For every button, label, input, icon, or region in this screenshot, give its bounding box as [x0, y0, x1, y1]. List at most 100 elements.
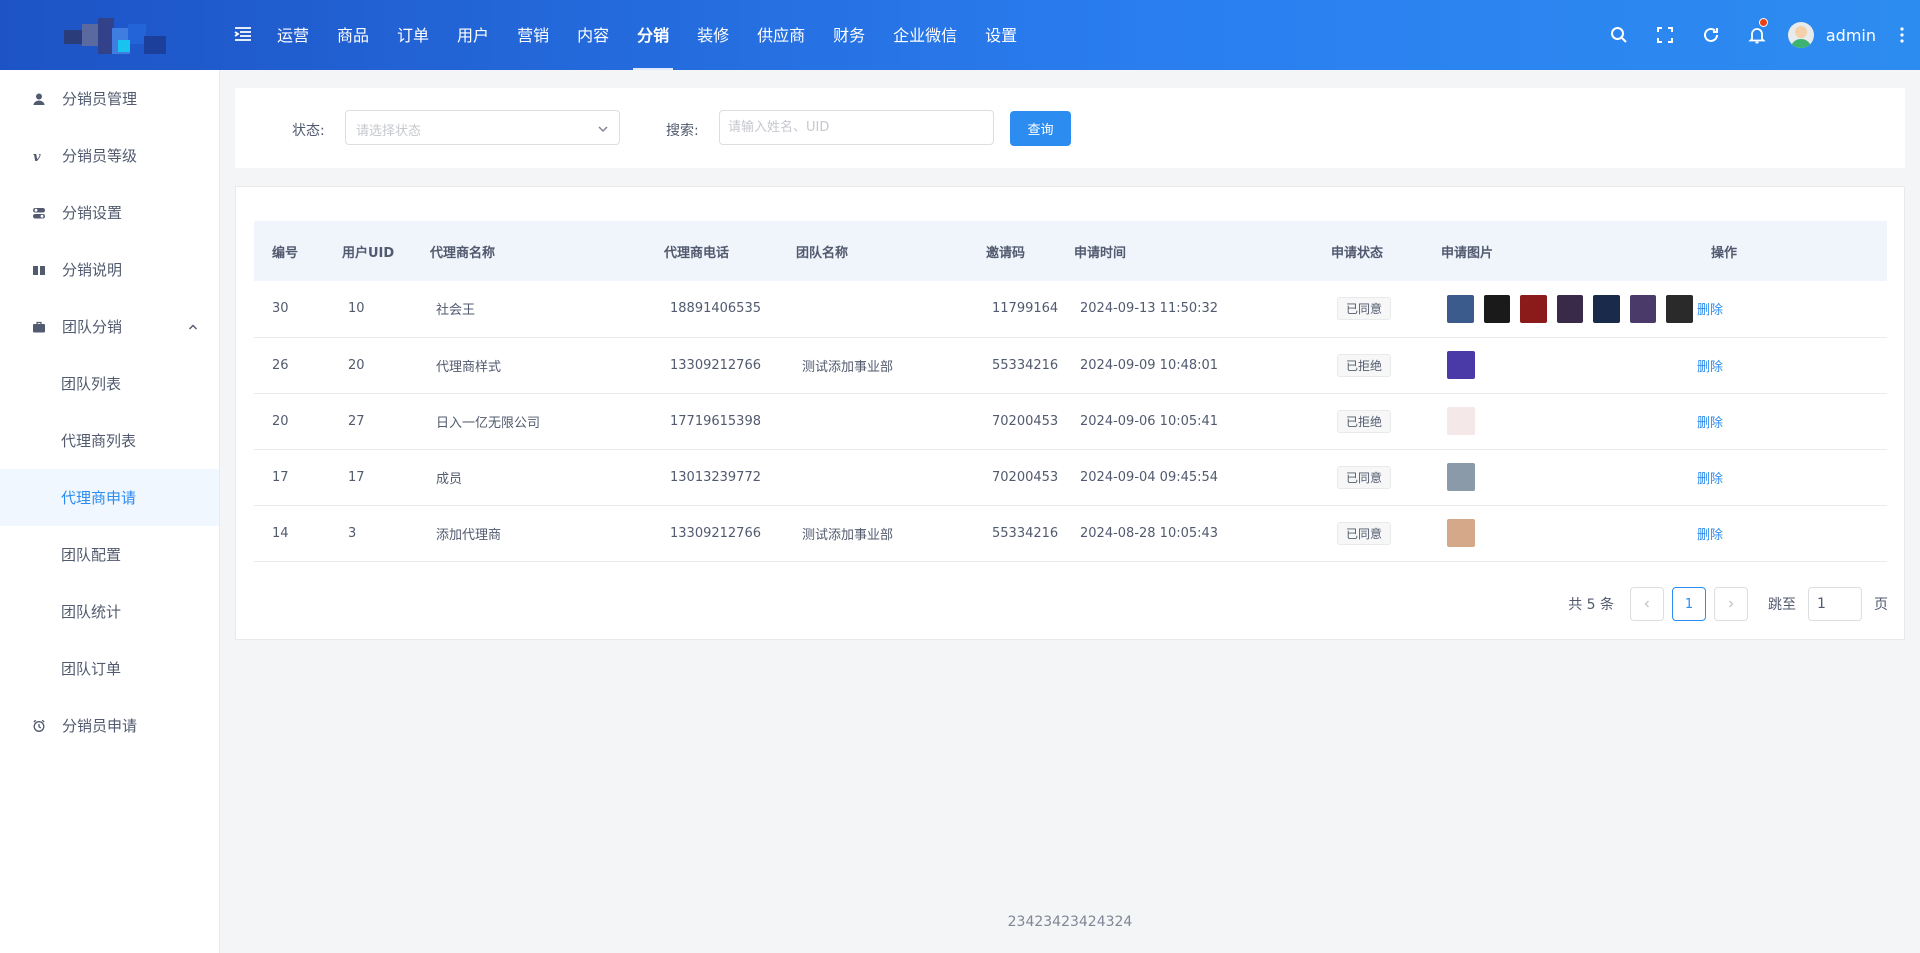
- sidebar-item-10[interactable]: 团队统计: [0, 583, 219, 640]
- application-image-thumbnail[interactable]: [1520, 294, 1547, 323]
- cell-uid: 27: [324, 393, 412, 450]
- chevron-down-icon: [598, 126, 608, 133]
- cell-time: 2024-09-06 10:05:41: [1056, 393, 1313, 450]
- cell-action: 删除: [1693, 449, 1887, 506]
- application-image-thumbnail[interactable]: [1447, 351, 1475, 379]
- cell-team: 测试添加事业部: [778, 337, 968, 394]
- nav-item-1[interactable]: 运营: [263, 0, 323, 70]
- cell-status: 已拒绝: [1313, 337, 1423, 394]
- cell-time: 2024-08-28 10:05:43: [1056, 505, 1313, 562]
- sidebar: 分销员管理 v 分销员等级分销设置分销说明团队分销团队列表 代理商列表 代理商申请 团队配…: [0, 70, 220, 953]
- application-image-thumbnail[interactable]: [1629, 294, 1657, 323]
- cell-team: 测试添加事业部: [778, 505, 968, 562]
- nav-item-2[interactable]: 商品: [323, 0, 383, 70]
- cell-code: 55334216: [968, 337, 1058, 394]
- delete-link[interactable]: 删除: [1697, 360, 1723, 375]
- sidebar-item-label: 团队分销: [62, 318, 123, 336]
- user-icon: [32, 92, 46, 106]
- brand-logo[interactable]: [58, 14, 176, 58]
- cell-id: 30: [254, 281, 324, 338]
- refresh-icon[interactable]: [1688, 0, 1734, 70]
- cell-name: 成员: [412, 449, 646, 506]
- nav-item-9[interactable]: 供应商: [743, 0, 819, 70]
- application-image-thumbnail[interactable]: [1447, 294, 1474, 323]
- search-input[interactable]: [719, 110, 994, 145]
- nav-item-12[interactable]: 设置: [971, 0, 1031, 70]
- cell-name: 社会王: [412, 281, 646, 338]
- cell-action: 删除: [1693, 337, 1887, 394]
- menu-toggle-icon[interactable]: [233, 24, 253, 44]
- sidebar-item-9[interactable]: 团队配置: [0, 526, 219, 583]
- nav-item-8[interactable]: 装修: [683, 0, 743, 70]
- notification-bell-icon[interactable]: [1734, 0, 1780, 70]
- delete-link[interactable]: 删除: [1697, 303, 1723, 318]
- application-image-thumbnail[interactable]: [1666, 294, 1694, 323]
- cell-phone: 18891406535: [646, 281, 778, 338]
- cell-action: 删除: [1693, 505, 1887, 562]
- header-actions: admin: [1596, 0, 1920, 70]
- column-header: 代理商电话: [646, 221, 778, 281]
- sidebar-item-2[interactable]: v 分销员等级: [0, 127, 219, 184]
- sidebar-item-5[interactable]: 团队分销: [0, 298, 219, 355]
- application-image-thumbnail[interactable]: [1556, 294, 1584, 323]
- cell-id: 20: [254, 393, 324, 450]
- sidebar-item-3[interactable]: 分销设置: [0, 184, 219, 241]
- prev-page-button[interactable]: [1630, 587, 1664, 621]
- svg-text:v: v: [33, 150, 41, 163]
- nav-item-10[interactable]: 财务: [819, 0, 879, 70]
- sidebar-item-6[interactable]: 团队列表: [0, 355, 219, 412]
- chevron-up-icon: [187, 319, 199, 331]
- application-image-thumbnail[interactable]: [1447, 519, 1475, 547]
- sidebar-item-label: 团队订单: [61, 660, 122, 678]
- sidebar-item-12[interactable]: 分销员申请: [0, 697, 219, 754]
- pagination: 共 5 条 1 跳至 页: [1568, 587, 1888, 621]
- nav-item-7[interactable]: 分销: [623, 0, 683, 70]
- nav-item-6[interactable]: 内容: [563, 0, 623, 70]
- status-badge: 已同意: [1337, 521, 1392, 545]
- cell-time: 2024-09-04 09:45:54: [1056, 449, 1313, 506]
- delete-link[interactable]: 删除: [1697, 416, 1723, 431]
- sidebar-item-11[interactable]: 团队订单: [0, 640, 219, 697]
- more-vertical-icon[interactable]: [1884, 0, 1920, 70]
- search-icon[interactable]: [1596, 0, 1642, 70]
- nav-item-11[interactable]: 企业微信: [879, 0, 971, 70]
- nav-item-4[interactable]: 用户: [443, 0, 503, 70]
- column-header: 用户UID: [324, 221, 412, 281]
- page-number-button[interactable]: 1: [1672, 587, 1706, 621]
- status-select-placeholder: 请选择状态: [356, 124, 422, 139]
- table-row: 14 3 添加代理商 13309212766 测试添加事业部 55334216 2024-0…: [254, 505, 1887, 562]
- cell-time: 2024-09-09 10:48:01: [1056, 337, 1313, 394]
- column-header: 团队名称: [778, 221, 968, 281]
- footer-text: 23423423424324: [1007, 914, 1133, 930]
- cell-team: [778, 281, 968, 338]
- query-button[interactable]: 查询: [1010, 111, 1071, 146]
- status-badge: 已拒绝: [1337, 353, 1392, 377]
- status-badge: 已同意: [1337, 465, 1392, 489]
- sidebar-item-label: 分销说明: [62, 261, 123, 279]
- sidebar-item-8[interactable]: 代理商申请: [0, 469, 219, 526]
- top-header: 运营 商品 订单 用户 营销 内容 分销 装修 供应商 财务 企业微信 设置 admin: [0, 0, 1920, 70]
- column-header: 邀请码: [968, 221, 1056, 281]
- cell-status: 已拒绝: [1313, 393, 1423, 450]
- application-image-thumbnail[interactable]: [1593, 294, 1620, 323]
- column-header: 代理商名称: [412, 221, 646, 281]
- table-row: 26 20 代理商样式 13309212766 测试添加事业部 55334216 2024-…: [254, 337, 1887, 394]
- sidebar-item-label: 分销员等级: [62, 147, 138, 165]
- nav-item-5[interactable]: 营销: [503, 0, 563, 70]
- sidebar-item-1[interactable]: 分销员管理: [0, 70, 219, 127]
- application-image-thumbnail[interactable]: [1447, 463, 1475, 491]
- application-image-thumbnail[interactable]: [1447, 407, 1475, 435]
- delete-link[interactable]: 删除: [1697, 528, 1723, 543]
- user-menu[interactable]: admin: [1780, 0, 1884, 70]
- sidebar-item-4[interactable]: 分销说明: [0, 241, 219, 298]
- cell-images: [1423, 449, 1693, 506]
- application-image-thumbnail[interactable]: [1483, 294, 1511, 323]
- nav-item-3[interactable]: 订单: [383, 0, 443, 70]
- cell-name: 代理商样式: [412, 337, 646, 394]
- fullscreen-icon[interactable]: [1642, 0, 1688, 70]
- goto-page-input[interactable]: [1808, 587, 1862, 621]
- next-page-button[interactable]: [1714, 587, 1748, 621]
- sidebar-item-7[interactable]: 代理商列表: [0, 412, 219, 469]
- status-select[interactable]: 请选择状态: [345, 110, 620, 145]
- delete-link[interactable]: 删除: [1697, 472, 1723, 487]
